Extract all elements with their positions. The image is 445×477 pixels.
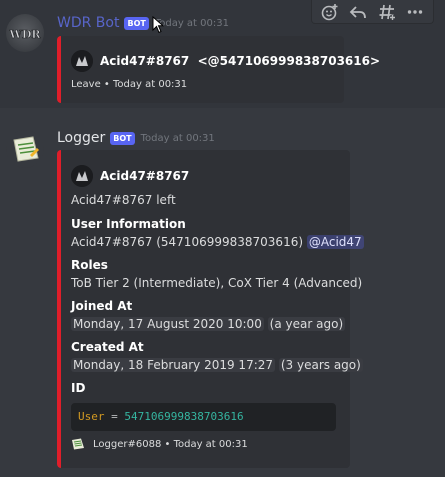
embed-footer: Logger#6088 • Today at 00:31 — [71, 437, 248, 451]
bot-badge: BOT — [124, 16, 149, 30]
add-reaction-icon[interactable] — [319, 1, 341, 23]
field-name: Roles — [71, 258, 108, 272]
create-thread-icon[interactable] — [376, 1, 398, 23]
logger-avatar[interactable] — [6, 130, 44, 168]
username[interactable]: Logger — [57, 130, 105, 146]
embed: Acid47#8767 Acid47#8767 left User Inform… — [57, 150, 364, 468]
field-name: Joined At — [71, 299, 133, 313]
field-value: Monday, 17 August 2020 10:00 (a year ago… — [71, 316, 346, 332]
embed-author: Acid47#8767 <@547106999838703616> — [71, 50, 380, 72]
author-avatar — [71, 50, 93, 72]
message-header: WDR Bot BOT Today at 00:31 — [57, 13, 229, 33]
username[interactable]: WDR Bot — [57, 15, 119, 31]
logger-footer-icon — [72, 438, 84, 450]
field-value: Monday, 18 February 2019 17:27 (3 years … — [71, 357, 363, 373]
mouse-cursor-icon — [152, 16, 164, 34]
relative-timestamp[interactable]: (3 years ago) — [278, 358, 363, 372]
field-name: Created At — [71, 340, 144, 354]
field-created-at: Created At Monday, 18 February 2019 17:2… — [71, 339, 363, 373]
footer-author: Logger#6088 — [93, 438, 162, 450]
embed-author-name: Acid47#8767 <@547106999838703616> — [100, 54, 381, 68]
reply-icon[interactable] — [347, 1, 369, 23]
timestamp[interactable]: Today at 00:31 — [155, 18, 229, 29]
embed: Acid47#8767 <@547106999838703616> Leave … — [57, 36, 380, 103]
field-name: User Information — [71, 217, 186, 231]
embed-author-name: Acid47#8767 — [100, 169, 190, 183]
footer-time: Today at 00:31 — [173, 438, 248, 450]
message-header: Logger BOT Today at 00:31 — [57, 128, 215, 148]
timestamp[interactable]: Today at 00:31 — [141, 133, 215, 144]
bot-badge: BOT — [110, 131, 135, 145]
field-joined-at: Joined At Monday, 17 August 2020 10:00 (… — [71, 298, 346, 332]
footer-separator: • — [161, 438, 174, 450]
user-mention[interactable]: @Acid47 — [306, 235, 364, 249]
embed-author: Acid47#8767 — [71, 165, 189, 187]
timestamp-value[interactable]: Monday, 18 February 2019 17:27 — [71, 358, 276, 372]
more-icon[interactable] — [404, 1, 426, 23]
embed-description: Acid47#8767 left — [71, 193, 176, 207]
field-id: ID User = 547106999838703616 — [71, 380, 336, 431]
svg-text:WDR: WDR — [8, 28, 41, 41]
field-name: ID — [71, 381, 86, 395]
embed-footer: Leave • Today at 00:31 — [71, 79, 188, 90]
wdr-bot-avatar[interactable]: WDR — [6, 14, 44, 52]
timestamp-value[interactable]: Monday, 17 August 2020 10:00 — [71, 317, 264, 331]
field-user-information: User Information Acid47#8767 (5471069998… — [71, 216, 364, 250]
relative-timestamp[interactable]: (a year ago) — [267, 317, 346, 331]
field-roles: Roles ToB Tier 2 (Intermediate), CoX Tie… — [71, 257, 362, 291]
field-value: ToB Tier 2 (Intermediate), CoX Tier 4 (A… — [71, 276, 363, 290]
code-block[interactable]: User = 547106999838703616 — [71, 403, 336, 431]
author-avatar — [71, 165, 93, 187]
message-actions-toolbar — [311, 0, 434, 24]
field-value: Acid47#8767 (547106999838703616) @Acid47 — [71, 235, 364, 249]
